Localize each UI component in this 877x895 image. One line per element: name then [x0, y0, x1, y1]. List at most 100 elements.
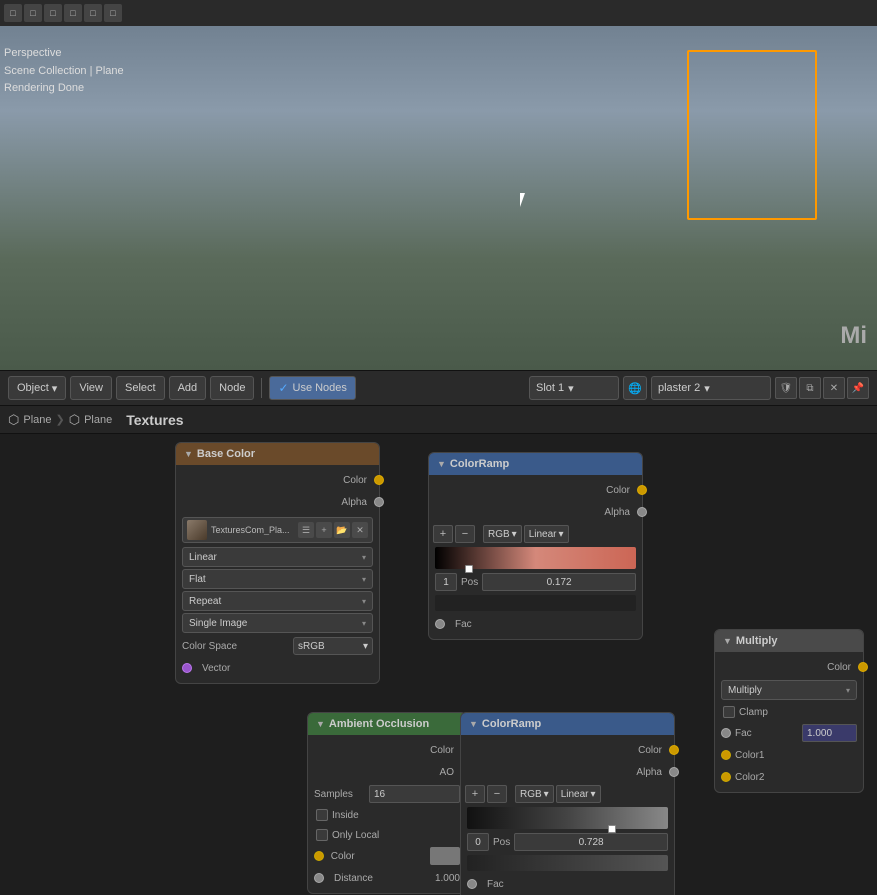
cr2-add-btn[interactable]: +: [465, 785, 485, 803]
object-menu[interactable]: Object ▾: [8, 376, 66, 400]
ao-row-ao-out: AO: [308, 761, 466, 783]
cr1-row-color: Color: [429, 479, 642, 501]
interpolation-select[interactable]: Linear ▾: [182, 547, 373, 567]
cr1-black-bar: [435, 595, 636, 611]
tex-close-icon[interactable]: ✕: [352, 522, 368, 538]
ao-samples-row: Samples 16: [308, 783, 466, 805]
material-dropdown[interactable]: plaster 2 ▾: [651, 376, 771, 400]
node-base-color-header[interactable]: ▼ Base Color: [176, 443, 379, 465]
topbar-icon-2[interactable]: □: [24, 4, 42, 22]
cr1-rgb-dropdown[interactable]: RGB ▾: [483, 525, 522, 543]
ao-color-input[interactable]: [314, 851, 324, 861]
vector-input-socket[interactable]: [182, 663, 192, 673]
cr2-alpha-output[interactable]: [669, 767, 679, 777]
ao-distance-input[interactable]: [314, 873, 324, 883]
multiply-color-output[interactable]: [858, 662, 868, 672]
add-menu[interactable]: Add: [169, 376, 207, 400]
texture-preview[interactable]: TexturesCom_Pla... ☰ + 📂 ✕: [182, 517, 373, 543]
material-shield-icon[interactable]: 🛡: [775, 377, 797, 399]
select-menu[interactable]: Select: [116, 376, 165, 400]
ao-collapse-arrow[interactable]: ▼: [316, 719, 325, 729]
node-collapse-arrow[interactable]: ▼: [184, 449, 193, 459]
node-colorramp1-header[interactable]: ▼ ColorRamp: [429, 453, 642, 475]
node-multiply-header[interactable]: ▼ Multiply: [715, 630, 863, 652]
node-menu[interactable]: Node: [210, 376, 254, 400]
ao-row-distance: Distance 1.000: [308, 867, 466, 889]
viewport[interactable]: □ □ □ □ □ □ Perspective Scene Collection…: [0, 0, 877, 370]
cr1-fac-input[interactable]: [435, 619, 445, 629]
material-close-icon[interactable]: ✕: [823, 377, 845, 399]
interpolation-arrow: ▾: [362, 553, 366, 562]
use-nodes-toggle[interactable]: ✓ Use Nodes: [269, 376, 355, 400]
pin-icon[interactable]: 📌: [847, 377, 869, 399]
node-editor[interactable]: ▼ Base Color Color Alpha TexturesCom_Pla…: [0, 434, 877, 895]
cr1-linear-dropdown[interactable]: Linear ▾: [524, 525, 569, 543]
cr1-row-alpha: Alpha: [429, 501, 642, 523]
ao-samples-field[interactable]: 16: [369, 785, 460, 803]
cr1-color-output[interactable]: [637, 485, 647, 495]
cr2-stop-val[interactable]: 0.728: [514, 833, 668, 851]
topbar-icon-1[interactable]: □: [4, 4, 22, 22]
textures-label: Textures: [126, 412, 183, 428]
viewport-topbar: □ □ □ □ □ □: [0, 0, 877, 26]
multiply-fac-input[interactable]: [721, 728, 731, 738]
multiply-color2-input[interactable]: [721, 772, 731, 782]
colorramp2-collapse-arrow[interactable]: ▼: [469, 719, 478, 729]
alpha-output-socket[interactable]: [374, 497, 384, 507]
cr2-marker1[interactable]: [608, 825, 616, 833]
slot-dropdown-icon: ▾: [568, 382, 574, 395]
cr1-stop-val[interactable]: 0.172: [482, 573, 636, 591]
ao-color-swatch[interactable]: [430, 847, 460, 865]
cr1-alpha-output[interactable]: [637, 507, 647, 517]
slot-dropdown[interactable]: Slot 1 ▾: [529, 376, 619, 400]
cr2-gradient[interactable]: [467, 807, 668, 829]
node-toolbar: Object ▾ View Select Add Node ✓ Use Node…: [0, 370, 877, 406]
ao-inside-checkbox[interactable]: [316, 809, 328, 821]
multiply-color1-input[interactable]: [721, 750, 731, 760]
colorramp1-collapse-arrow[interactable]: ▼: [437, 459, 446, 469]
tex-open-icon[interactable]: 📂: [334, 522, 350, 538]
tex-new-icon[interactable]: +: [316, 522, 332, 538]
view-menu[interactable]: View: [70, 376, 112, 400]
cr1-add-btn[interactable]: +: [433, 525, 453, 543]
breadcrumb-item-plane1[interactable]: ⬡ Plane: [8, 412, 52, 428]
tex-browse-icon[interactable]: ☰: [298, 522, 314, 538]
source-arrow: ▾: [362, 619, 366, 628]
topbar-icon-3[interactable]: □: [44, 4, 62, 22]
source-select[interactable]: Single Image ▾: [182, 613, 373, 633]
material-copy-icon[interactable]: ⧉: [799, 377, 821, 399]
multiply-type-select[interactable]: Multiply ▾: [721, 680, 857, 700]
cr2-fac-input[interactable]: [467, 879, 477, 889]
multiply-clamp-checkbox[interactable]: [723, 706, 735, 718]
topbar-icon-4[interactable]: □: [64, 4, 82, 22]
cr1-stops-row: 1 Pos 0.172: [429, 571, 642, 593]
globe-icon[interactable]: 🌐: [623, 376, 647, 400]
projection-select[interactable]: Flat ▾: [182, 569, 373, 589]
cr2-rgb-dropdown[interactable]: RGB ▾: [515, 785, 554, 803]
node-colorramp2-header[interactable]: ▼ ColorRamp: [461, 713, 674, 735]
cr2-color-output[interactable]: [669, 745, 679, 755]
color-output-socket[interactable]: [374, 475, 384, 485]
cr2-remove-btn[interactable]: −: [487, 785, 507, 803]
color-space-select[interactable]: sRGB ▾: [293, 637, 373, 655]
multiply-collapse-arrow[interactable]: ▼: [723, 636, 732, 646]
topbar-icon-6[interactable]: □: [104, 4, 122, 22]
cr2-stop-num[interactable]: 0: [467, 833, 489, 851]
cr1-stop-num[interactable]: 1: [435, 573, 457, 591]
cr2-linear-dropdown[interactable]: Linear ▾: [556, 785, 601, 803]
ao-onlylocal-checkbox[interactable]: [316, 829, 328, 841]
extension-select[interactable]: Repeat ▾: [182, 591, 373, 611]
cr1-marker1[interactable]: [465, 565, 473, 573]
multiply-fac-field[interactable]: 1.000: [802, 724, 857, 742]
topbar-icon-5[interactable]: □: [84, 4, 102, 22]
texture-thumbnail: [187, 520, 207, 540]
node-ao-header[interactable]: ▼ Ambient Occlusion: [308, 713, 466, 735]
breadcrumb-item-plane2[interactable]: ⬡ Plane: [69, 412, 113, 428]
cr2-toolbar: + − RGB ▾ Linear ▾: [461, 783, 674, 805]
cr1-gradient[interactable]: [435, 547, 636, 569]
projection-arrow: ▾: [362, 575, 366, 584]
cr2-black-bar: [467, 855, 668, 871]
cr1-row-fac: Fac: [429, 613, 642, 635]
cr1-remove-btn[interactable]: −: [455, 525, 475, 543]
multiply-row-color1: Color1: [715, 744, 863, 766]
